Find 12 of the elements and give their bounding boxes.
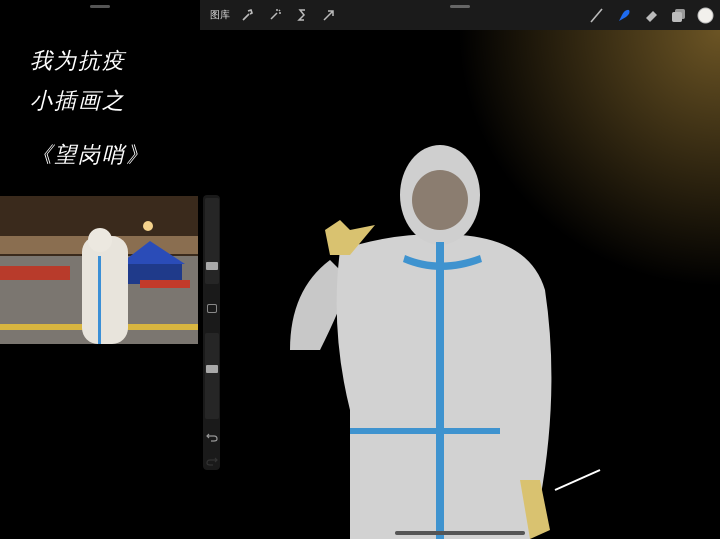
handwritten-line: 我为抗疫 (30, 48, 128, 76)
slider-thumb[interactable] (206, 262, 218, 270)
color-tool-icon[interactable] (697, 6, 714, 24)
split-handle[interactable] (450, 5, 470, 8)
layers-tool-icon[interactable] (670, 6, 687, 24)
slider-thumb[interactable] (206, 364, 218, 373)
split-handle[interactable] (90, 5, 110, 8)
undo-icon[interactable] (206, 431, 218, 443)
gallery-link[interactable]: 图库 (210, 8, 230, 22)
modify-button[interactable] (206, 304, 216, 314)
handwritten-line: 《望岗哨》 (30, 142, 151, 170)
handwritten-line: 小插画之 (30, 88, 127, 116)
